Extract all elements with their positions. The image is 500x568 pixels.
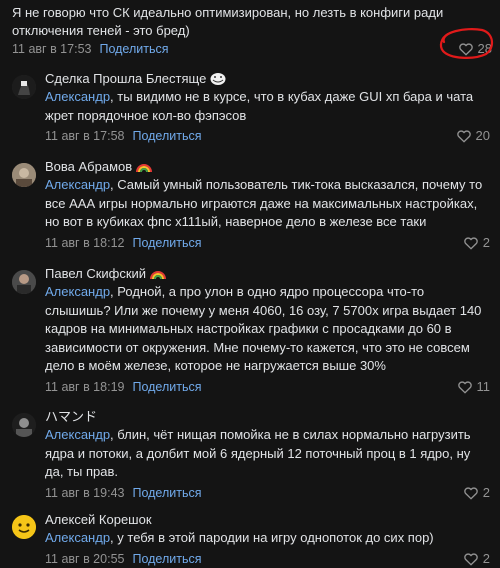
like-button[interactable]: 2: [463, 484, 490, 502]
reply-meta: 11 авг в 17:58 Поделиться 20: [45, 127, 490, 145]
mention-link[interactable]: Александр: [45, 89, 110, 104]
heart-icon: [456, 130, 471, 143]
mention-link[interactable]: Александр: [45, 177, 110, 192]
avatar[interactable]: [12, 413, 36, 437]
root-comment: Я не говорю что СК идеально оптимизирова…: [12, 0, 492, 58]
reply-meta: 11 авг в 18:19 Поделиться 11: [45, 378, 490, 396]
author-name[interactable]: Вова Абрамов: [45, 158, 490, 175]
reply-meta: 11 авг в 19:43 Поделиться 2: [45, 484, 490, 502]
red-circle-annotation: [439, 28, 493, 59]
reply-text: Александр, ты видимо не в курсе, что в к…: [45, 89, 474, 123]
like-count: 20: [475, 128, 490, 144]
like-count: 11: [476, 378, 491, 394]
troll-face-icon: [210, 72, 226, 86]
like-button[interactable]: 2: [463, 234, 490, 252]
author-name[interactable]: Павел Скифский: [45, 265, 490, 282]
comment-meta: 11 авг в 17:53 Поделиться 28: [12, 40, 492, 58]
like-count: 2: [482, 550, 490, 566]
like-button[interactable]: 2: [463, 550, 490, 568]
author-name[interactable]: Сделка Прошла Блестяще: [45, 70, 490, 87]
avatar[interactable]: [12, 163, 36, 187]
author-name[interactable]: ハマンド: [45, 408, 490, 425]
author-name[interactable]: Алексей Корешок: [45, 511, 490, 528]
mention-link[interactable]: Александр: [45, 530, 110, 545]
share-button[interactable]: Поделиться: [132, 234, 201, 252]
avatar[interactable]: [12, 515, 36, 539]
mention-link[interactable]: Александр: [45, 427, 110, 442]
comment-date[interactable]: 11 авг в 17:53: [12, 40, 91, 58]
reply-date[interactable]: 11 авг в 19:43: [45, 484, 124, 502]
like-count: 2: [482, 234, 490, 250]
heart-icon: [463, 487, 478, 500]
reply-text: Александр, Самый умный пользователь тик-…: [45, 177, 483, 230]
heart-icon: [463, 552, 478, 566]
mention-link[interactable]: Александр: [45, 284, 110, 299]
reply-date[interactable]: 11 авг в 18:19: [45, 378, 124, 396]
reply-date[interactable]: 11 авг в 20:55: [45, 550, 124, 568]
reply-text: Александр, Родной, а про улон в одно ядр…: [45, 284, 482, 374]
reply-text: Александр, блин, чёт нищая помойка не в …: [45, 427, 471, 480]
reply-meta: 11 авг в 18:12 Поделиться 2: [45, 234, 490, 252]
heart-icon: [457, 381, 472, 394]
reply-text: Александр, у тебя в этой пародии на игру…: [45, 530, 434, 545]
share-button[interactable]: Поделиться: [132, 484, 201, 502]
reply-date[interactable]: 11 авг в 18:12: [45, 234, 124, 252]
comment-text: Я не говорю что СК идеально оптимизирова…: [12, 5, 444, 38]
like-button[interactable]: 11: [457, 378, 491, 396]
avatar[interactable]: [12, 270, 36, 294]
rainbow-icon: [150, 267, 167, 281]
reply-date[interactable]: 11 авг в 17:58: [45, 127, 124, 145]
share-button[interactable]: Поделиться: [132, 127, 201, 145]
heart-icon: [463, 237, 478, 250]
share-button[interactable]: Поделиться: [99, 40, 168, 58]
avatar[interactable]: [12, 75, 36, 99]
like-count: 2: [482, 484, 490, 500]
like-button[interactable]: 20: [456, 127, 490, 145]
share-button[interactable]: Поделиться: [132, 378, 201, 396]
rainbow-icon: [136, 160, 153, 174]
reply-meta: 11 авг в 20:55 Поделиться 2: [45, 550, 490, 568]
share-button[interactable]: Поделиться: [132, 550, 201, 568]
